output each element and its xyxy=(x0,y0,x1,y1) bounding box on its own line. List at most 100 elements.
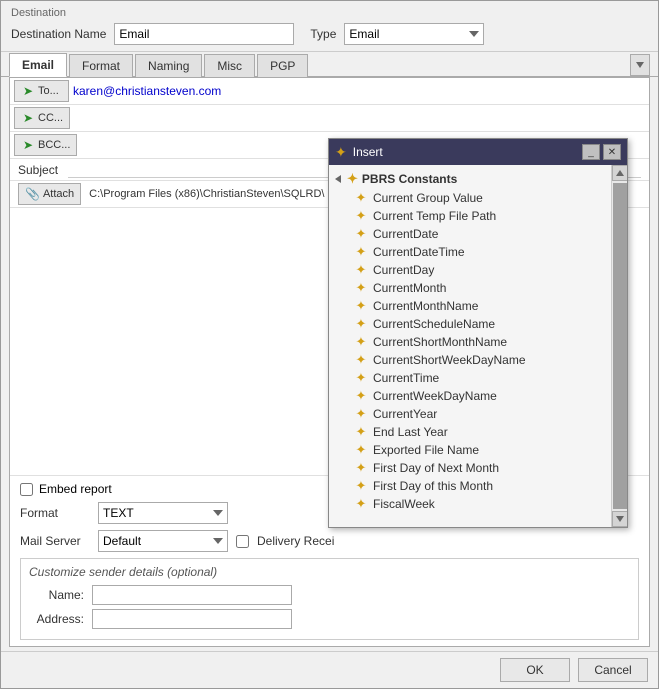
scrollbar-up-button[interactable] xyxy=(612,165,628,181)
item-icon-2: ✦ xyxy=(353,227,369,241)
item-icon-17: ✦ xyxy=(353,497,369,511)
cc-input[interactable] xyxy=(70,109,645,127)
item-icon-11: ✦ xyxy=(353,389,369,403)
popup-close-button[interactable]: ✕ xyxy=(603,144,621,160)
list-item[interactable]: ✦ CurrentDateTime xyxy=(329,243,611,261)
tree-item-label: CurrentDay xyxy=(373,263,434,277)
bcc-button[interactable]: ➤ BCC... xyxy=(14,134,77,156)
scrollbar-thumb[interactable] xyxy=(613,183,627,509)
list-item[interactable]: ✦ CurrentDay xyxy=(329,261,611,279)
delivery-checkbox[interactable] xyxy=(236,535,249,548)
item-icon-16: ✦ xyxy=(353,479,369,493)
tab-email[interactable]: Email xyxy=(9,53,67,77)
to-button[interactable]: ➤ To... xyxy=(14,80,69,102)
name-row: Name: xyxy=(29,585,630,605)
list-item[interactable]: ✦ Exported File Name xyxy=(329,441,611,459)
address-row: Address: xyxy=(29,609,630,629)
item-icon-15: ✦ xyxy=(353,461,369,475)
insert-icon: ✦ xyxy=(335,144,347,161)
bcc-label: BCC... xyxy=(38,139,70,151)
mail-server-label: Mail Server xyxy=(20,534,90,548)
pbrs-root-icon: ✦ xyxy=(347,171,358,187)
mail-server-dropdown[interactable]: Default xyxy=(98,530,228,552)
ok-button[interactable]: OK xyxy=(500,658,570,682)
cc-row: ➤ CC... xyxy=(10,105,649,132)
tree-item-label: End Last Year xyxy=(373,425,448,439)
name-input[interactable] xyxy=(92,585,292,605)
tab-overflow-dropdown[interactable] xyxy=(630,54,650,76)
address-input[interactable] xyxy=(92,609,292,629)
embed-label: Embed report xyxy=(39,482,112,496)
list-item[interactable]: ✦ Current Temp File Path xyxy=(329,207,611,225)
header-section: Destination Destination Name Type Email xyxy=(1,1,658,52)
cc-button[interactable]: ➤ CC... xyxy=(14,107,70,129)
tree-item-label: First Day of this Month xyxy=(373,479,493,493)
scrollbar-down-button[interactable] xyxy=(612,511,628,527)
list-item[interactable]: ✦ CurrentMonth xyxy=(329,279,611,297)
tree-item-label: CurrentDateTime xyxy=(373,245,465,259)
type-dropdown[interactable]: Email xyxy=(344,23,484,45)
list-item[interactable]: ✦ CurrentShortMonthName xyxy=(329,333,611,351)
item-icon-5: ✦ xyxy=(353,281,369,295)
list-item[interactable]: ✦ First Day of Next Month xyxy=(329,459,611,477)
tab-pgp[interactable]: PGP xyxy=(257,54,308,77)
item-icon-14: ✦ xyxy=(353,443,369,457)
destination-name-label: Destination Name xyxy=(11,27,106,41)
popup-content: ✦ PBRS Constants ✦ Current Group Value ✦… xyxy=(329,165,627,527)
item-icon-12: ✦ xyxy=(353,407,369,421)
item-icon-6: ✦ xyxy=(353,299,369,313)
paperclip-icon: 📎 xyxy=(25,187,40,201)
content-area: ➤ To... ➤ CC... ➤ BCC... Subject xyxy=(9,77,650,647)
popup-title-label: Insert xyxy=(353,145,383,159)
to-label: To... xyxy=(38,85,59,97)
tree-item-label: CurrentDate xyxy=(373,227,438,241)
list-item[interactable]: ✦ CurrentTime xyxy=(329,369,611,387)
tree-item-label: CurrentYear xyxy=(373,407,437,421)
tab-misc[interactable]: Misc xyxy=(204,54,255,77)
embed-checkbox[interactable] xyxy=(20,483,33,496)
item-icon-3: ✦ xyxy=(353,245,369,259)
address-label: Address: xyxy=(29,612,84,626)
tree-root-pbrs[interactable]: ✦ PBRS Constants xyxy=(329,169,611,189)
tree-list: ✦ PBRS Constants ✦ Current Group Value ✦… xyxy=(329,165,611,527)
destination-section-label: Destination xyxy=(11,7,648,19)
list-item[interactable]: ✦ First Day of this Month xyxy=(329,477,611,495)
to-input[interactable] xyxy=(69,82,645,100)
tab-format[interactable]: Format xyxy=(69,54,133,77)
collapse-icon xyxy=(335,175,341,183)
popup-titlebar: ✦ Insert _ ✕ xyxy=(329,139,627,165)
footer: OK Cancel xyxy=(1,651,658,688)
popup-controls: _ ✕ xyxy=(582,144,621,160)
list-item[interactable]: ✦ CurrentWeekDayName xyxy=(329,387,611,405)
popup-title: ✦ Insert xyxy=(335,144,383,161)
list-item[interactable]: ✦ End Last Year xyxy=(329,423,611,441)
item-icon-4: ✦ xyxy=(353,263,369,277)
tree-item-label: CurrentTime xyxy=(373,371,439,385)
destination-row: Destination Name Type Email xyxy=(11,23,648,45)
list-item[interactable]: ✦ CurrentShortWeekDayName xyxy=(329,351,611,369)
tab-naming[interactable]: Naming xyxy=(135,54,202,77)
list-item[interactable]: ✦ CurrentYear xyxy=(329,405,611,423)
list-item[interactable]: ✦ CurrentMonthName xyxy=(329,297,611,315)
item-icon-8: ✦ xyxy=(353,335,369,349)
delivery-label: Delivery Recei xyxy=(257,534,334,548)
format-label: Format xyxy=(20,506,90,520)
list-item[interactable]: ✦ CurrentDate xyxy=(329,225,611,243)
item-icon-13: ✦ xyxy=(353,425,369,439)
bcc-arrow-icon: ➤ xyxy=(21,139,35,151)
insert-popup: ✦ Insert _ ✕ ✦ PBRS Constants xyxy=(328,138,628,528)
list-item[interactable]: ✦ CurrentScheduleName xyxy=(329,315,611,333)
item-icon-7: ✦ xyxy=(353,317,369,331)
type-label: Type xyxy=(310,27,336,41)
tree-item-label: CurrentShortWeekDayName xyxy=(373,353,526,367)
attach-label: Attach xyxy=(43,188,74,200)
format-dropdown[interactable]: TEXT xyxy=(98,502,228,524)
list-item[interactable]: ✦ FiscalWeek xyxy=(329,495,611,513)
list-item[interactable]: ✦ Current Group Value xyxy=(329,189,611,207)
popup-minimize-button[interactable]: _ xyxy=(582,144,600,160)
destination-name-input[interactable] xyxy=(114,23,294,45)
cancel-button[interactable]: Cancel xyxy=(578,658,648,682)
tree-item-label: Exported File Name xyxy=(373,443,479,457)
attach-button[interactable]: 📎 Attach xyxy=(18,183,81,205)
tree-item-label: FiscalWeek xyxy=(373,497,435,511)
